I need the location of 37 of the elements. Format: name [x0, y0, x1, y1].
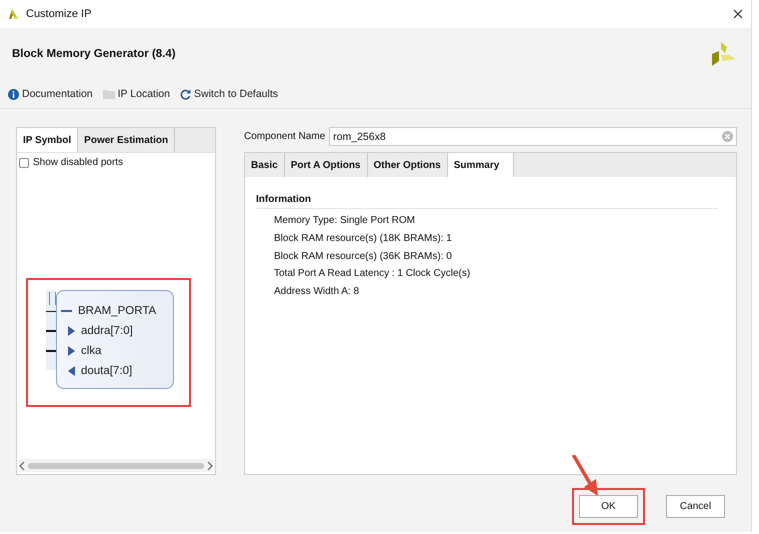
clear-icon[interactable]: [722, 131, 733, 142]
component-name-field[interactable]: rom_256x8: [329, 127, 737, 146]
config-tab[interactable]: Summary: [448, 153, 514, 177]
scroll-left-icon[interactable]: [19, 462, 25, 470]
summary-line: Address Width A: 8: [273, 285, 360, 300]
output-arrow-icon: [68, 366, 75, 376]
info-icon: [8, 88, 19, 100]
field-label: Component Name: [244, 131, 326, 142]
panel-tab[interactable]: IP Symbol: [17, 128, 78, 152]
toolbar-link[interactable]: Switch to Defaults: [180, 88, 278, 100]
folder-icon: [102, 89, 115, 99]
close-icon[interactable]: [733, 9, 743, 19]
port-name: addra[7:0]: [81, 325, 133, 337]
dialog-button[interactable]: Cancel: [666, 495, 725, 518]
toolbar-link[interactable]: IP Location: [102, 88, 170, 100]
refresh-icon: [180, 88, 191, 100]
checkbox[interactable]: [19, 158, 29, 168]
summary-line: Block RAM resource(s) (36K BRAMs): 0: [273, 250, 453, 264]
logo-icon: [711, 41, 737, 67]
dialog-button[interactable]: OK: [579, 495, 638, 518]
ip-title: Block Memory Generator (8.4): [12, 48, 177, 60]
config-tab[interactable]: Port A Options: [284, 153, 368, 177]
port-name: clka: [81, 345, 102, 357]
panel-tab[interactable]: Power Estimation: [78, 128, 176, 152]
config-tab[interactable]: Basic: [245, 153, 285, 177]
horizontal-scrollbar[interactable]: [19, 459, 213, 472]
app-logo-icon: [8, 8, 20, 20]
summary-line: Memory Type: Single Port ROM: [273, 214, 416, 228]
port-name: douta[7:0]: [81, 365, 132, 377]
checkbox-label: Show disabled ports: [33, 157, 124, 168]
section-heading: Information: [256, 194, 718, 209]
interface-name: BRAM_PORTA: [78, 305, 156, 317]
scroll-right-icon[interactable]: [207, 462, 213, 470]
toolbar-link[interactable]: Documentation: [8, 88, 93, 100]
window-title: Customize IP: [26, 8, 92, 20]
summary-line: Block RAM resource(s) (18K BRAMs): 1: [273, 232, 453, 246]
summary-line: Total Port A Read Latency : 1 Clock Cycle(s): [273, 267, 472, 282]
